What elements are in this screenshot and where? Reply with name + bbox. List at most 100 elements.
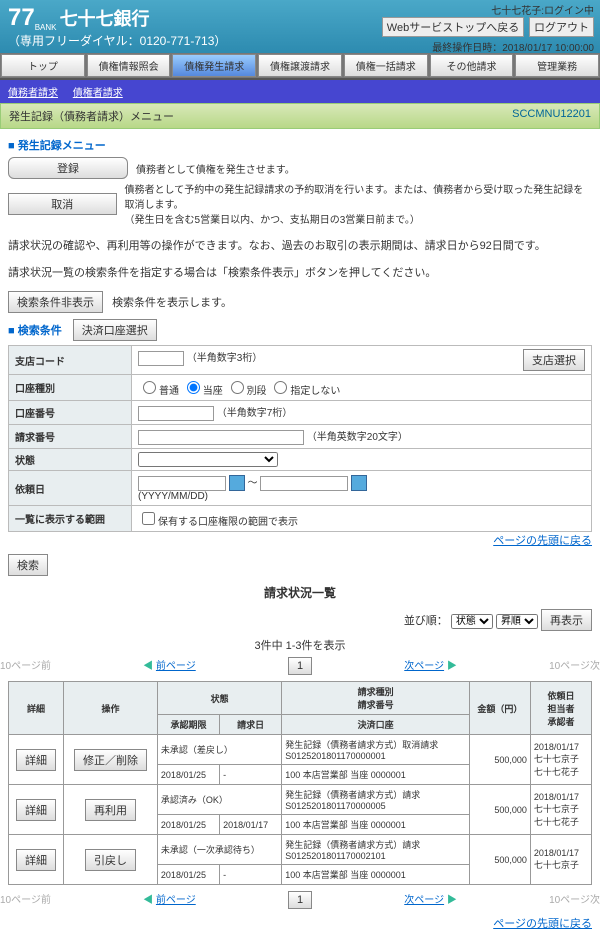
row-meta: 2018/01/17七十七京子七十七花子 <box>530 785 591 835</box>
th-op: 操作 <box>64 682 158 735</box>
lbl-branch: 支店コード <box>9 346 132 375</box>
page-10back[interactable]: 10ページ前 <box>0 891 51 909</box>
search-button[interactable]: 検索 <box>8 554 48 576</box>
th-reqtype: 請求種別 請求番号 <box>282 682 470 715</box>
row-status: 承認済み（OK） <box>157 785 281 815</box>
row-rd: - <box>220 865 282 885</box>
row-rd: - <box>220 765 282 785</box>
bank-name: 七十七銀行 <box>60 9 150 29</box>
th-status: 状態 <box>157 682 281 715</box>
sort-row: 並び順： 状態 昇順 再表示 <box>8 609 592 631</box>
th-reqd: 請求日 <box>220 715 282 735</box>
nav-info[interactable]: 債権情報照会 <box>87 54 171 77</box>
row-acct: 100 本店営業部 当座 0000001 <box>282 815 470 835</box>
radio-touza[interactable] <box>187 381 200 394</box>
prev-page[interactable]: 前ページ <box>156 895 196 906</box>
row-meta: 2018/01/17七十七京子 <box>530 835 591 885</box>
status-select[interactable] <box>138 452 278 467</box>
sub-nav: 債務者請求 債権者請求 <box>0 80 600 103</box>
acctno-input[interactable] <box>138 406 214 421</box>
lbl-accttype: 口座種別 <box>9 375 132 401</box>
nav-other[interactable]: その他請求 <box>430 54 514 77</box>
logo-bank: BANK <box>35 23 57 32</box>
sub-creditor[interactable]: 債権者請求 <box>73 88 123 99</box>
last-op: 最終操作日時：2018/01/17 10:00:00 <box>380 39 594 54</box>
page-number[interactable]: 1 <box>288 657 312 675</box>
sort-field[interactable]: 状態 <box>451 614 493 629</box>
toggle-cond-button[interactable]: 検索条件非表示 <box>8 291 103 313</box>
calendar-icon[interactable] <box>229 475 245 491</box>
note1: 請求状況の確認や、再利用等の操作ができます。なお、過去のお取引の表示期間は、請求… <box>8 237 592 253</box>
radio-betsu[interactable] <box>231 381 244 394</box>
pagetop-link[interactable]: ページの先頭に戻る <box>493 918 592 930</box>
count: 3件中 1-3件を表示 <box>0 637 600 653</box>
row-type: 発生記録（債務者請求方式）請求S0125201801170002101 <box>282 835 470 865</box>
row-amt: 500,000 <box>469 835 530 885</box>
calendar-icon[interactable] <box>351 475 367 491</box>
lbl-reqdate: 依頼日 <box>9 471 132 506</box>
logout-button[interactable]: ログアウト <box>529 17 594 37</box>
page-10next[interactable]: 10ページ次 <box>549 657 600 675</box>
pagetop-link[interactable]: ページの先頭に戻る <box>493 535 592 547</box>
date-to[interactable] <box>260 476 348 491</box>
lbl-range: 一覧に表示する範囲 <box>9 506 132 532</box>
row-status: 未承認（差戻し） <box>157 735 281 765</box>
result-table: 詳細 操作 状態 請求種別 請求番号 金額（円） 依頼日 担当者 承認者 承認期… <box>8 681 592 885</box>
row-op-button[interactable]: 再利用 <box>85 799 136 821</box>
user-line: 七十七花子:ログイン中 <box>380 2 594 17</box>
menu-code: SCCMNU12201 <box>512 108 591 124</box>
nav-issue[interactable]: 債権発生請求 <box>172 54 256 77</box>
note2: 請求状況一覧の検索条件を指定する場合は「検索条件表示」ボタンを押してください。 <box>8 264 592 280</box>
branch-input[interactable] <box>138 351 184 366</box>
page-10next[interactable]: 10ページ次 <box>549 891 600 909</box>
th-detail: 詳細 <box>9 682 64 735</box>
row-lim: 2018/01/25 <box>157 865 219 885</box>
row-rd: 2018/01/17 <box>220 815 282 835</box>
nav-batch[interactable]: 債権一括請求 <box>344 54 428 77</box>
sub-debtor[interactable]: 債務者請求 <box>8 88 58 99</box>
list-title: 請求状況一覧 <box>0 584 600 601</box>
lbl-reqno: 請求番号 <box>9 425 132 449</box>
prev-page[interactable]: 前ページ <box>156 661 196 672</box>
detail-button[interactable]: 詳細 <box>16 849 56 871</box>
cancel-desc: 債務者として予約中の発生記録請求の予約取消を行います。または、債務者から受け取っ… <box>125 181 592 226</box>
sort-order[interactable]: 昇順 <box>496 614 538 629</box>
row-status: 未承認（一次承認待ち） <box>157 835 281 865</box>
back-button[interactable]: Webサービストップへ戻る <box>382 17 524 37</box>
range-check[interactable] <box>142 512 155 525</box>
th-date: 依頼日 担当者 承認者 <box>530 682 591 735</box>
next-icon: ▶ <box>447 661 457 672</box>
detail-button[interactable]: 詳細 <box>16 749 56 771</box>
row-type: 発生記録（債務者請求方式）取消請求S0125201801170000001 <box>282 735 470 765</box>
menu-bar: 発生記録（債務者請求）メニュー SCCMNU12201 <box>0 103 600 129</box>
menu-title: 発生記録（債務者請求）メニュー <box>9 108 174 124</box>
reqno-input[interactable] <box>138 430 304 445</box>
detail-button[interactable]: 詳細 <box>16 799 56 821</box>
radio-futsu[interactable] <box>143 381 156 394</box>
row-op-button[interactable]: 修正／削除 <box>74 749 147 771</box>
page-10back[interactable]: 10ページ前 <box>0 657 51 675</box>
redisplay-button[interactable]: 再表示 <box>541 609 592 631</box>
cond-table: 支店コード （半角数字3桁） 支店選択 口座種別 普通 当座 別段 指定しない … <box>8 345 592 532</box>
next-page[interactable]: 次ページ <box>404 895 444 906</box>
row-op-button[interactable]: 引戻し <box>85 849 136 871</box>
th-acct: 決済口座 <box>282 715 470 735</box>
nav-top[interactable]: トップ <box>1 54 85 77</box>
radio-none[interactable] <box>274 381 287 394</box>
branch-select-button[interactable]: 支店選択 <box>523 349 585 371</box>
row-type: 発生記録（債務者請求方式）請求S0125201801170000005 <box>282 785 470 815</box>
cancel-button[interactable]: 取消 <box>8 193 117 215</box>
lbl-status: 状態 <box>9 449 132 471</box>
lbl-acctno: 口座番号 <box>9 401 132 425</box>
th-apprlimit: 承認期限 <box>157 715 219 735</box>
date-from[interactable] <box>138 476 226 491</box>
row-acct: 100 本店営業部 当座 0000001 <box>282 865 470 885</box>
nav-admin[interactable]: 管理業務 <box>515 54 599 77</box>
page-number[interactable]: 1 <box>288 891 312 909</box>
nav-transfer[interactable]: 債権譲渡請求 <box>258 54 342 77</box>
account-select-button[interactable]: 決済口座選択 <box>73 319 157 341</box>
register-button[interactable]: 登録 <box>8 157 128 179</box>
row-amt: 500,000 <box>469 735 530 785</box>
next-page[interactable]: 次ページ <box>404 661 444 672</box>
toggle-cond-desc: 検索条件を表示します。 <box>112 297 232 309</box>
